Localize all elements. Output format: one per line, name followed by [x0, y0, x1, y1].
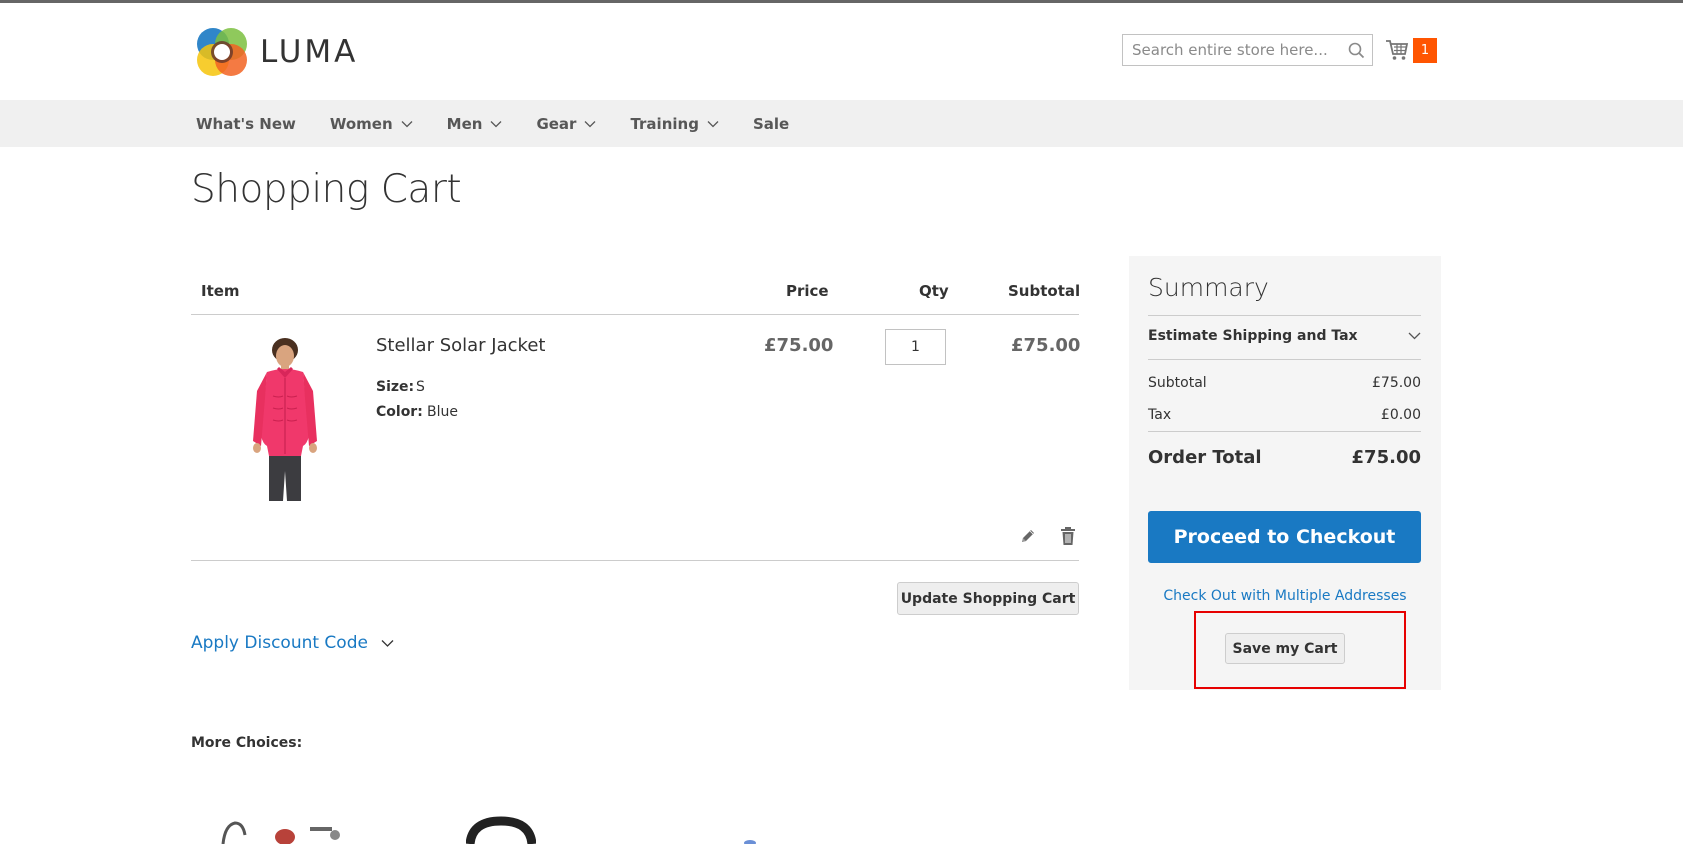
order-total-row: Order Total £75.00 [1148, 447, 1421, 468]
item-subtotal: £75.00 [1011, 335, 1081, 356]
summary-divider [1148, 315, 1421, 316]
nav-item-label: Sale [752, 114, 790, 133]
cart-summary: Summary Estimate Shipping and Tax Subtot… [1129, 256, 1441, 690]
crosssell-product-image[interactable] [466, 815, 536, 844]
cart-count-badge[interactable]: 1 [1413, 38, 1437, 63]
cart-icon[interactable] [1385, 39, 1409, 61]
store-logo[interactable]: LUMA [196, 26, 358, 78]
nav-item-label: Training [630, 114, 699, 133]
chevron-down-icon [381, 639, 394, 647]
trash-icon[interactable] [1060, 526, 1076, 546]
order-total-value: £75.00 [1351, 447, 1421, 468]
estimate-shipping-label: Estimate Shipping and Tax [1148, 328, 1358, 344]
logo-text: LUMA [260, 34, 359, 70]
search-input[interactable] [1123, 35, 1338, 65]
subtotal-value: £75.00 [1372, 375, 1421, 391]
column-header-price: Price [786, 282, 829, 300]
luma-logo-icon [197, 28, 247, 76]
tax-value: £0.00 [1380, 407, 1421, 423]
edit-icon[interactable] [1019, 527, 1037, 545]
main-navigation: What's New Women Men Gear Training Sale [0, 100, 1683, 147]
summary-title: Summary [1148, 273, 1269, 302]
subtotal-label: Subtotal [1148, 375, 1207, 391]
multiple-addresses-link[interactable]: Check Out with Multiple Addresses [1129, 588, 1441, 604]
nav-item-gear[interactable]: Gear [536, 115, 596, 133]
crosssell-product-image[interactable] [215, 815, 355, 844]
nav-item-men[interactable]: Men [447, 115, 503, 133]
search-box[interactable] [1122, 34, 1373, 66]
nav-item-label: Women [329, 114, 393, 133]
apply-discount-toggle[interactable]: Apply Discount Code [191, 633, 394, 653]
nav-item-sale[interactable]: Sale [753, 115, 789, 133]
subtotal-row: Subtotal £75.00 [1148, 375, 1421, 391]
option-color-label: Color: [376, 404, 423, 420]
chevron-down-icon [584, 120, 596, 127]
nav-item-whats-new[interactable]: What's New [196, 115, 296, 133]
tax-label: Tax [1148, 407, 1172, 423]
summary-divider [1148, 359, 1421, 360]
chevron-down-icon [490, 120, 502, 127]
product-name-link[interactable]: Stellar Solar Jacket [376, 335, 545, 356]
save-my-cart-button[interactable]: Save my Cart [1225, 633, 1345, 664]
nav-item-label: What's New [196, 114, 296, 133]
proceed-to-checkout-button[interactable]: Proceed to Checkout [1148, 511, 1421, 563]
estimate-shipping-toggle[interactable]: Estimate Shipping and Tax [1148, 328, 1421, 344]
crosssell-product-image[interactable] [740, 838, 760, 844]
option-size-label: Size: [376, 379, 415, 395]
nav-item-training[interactable]: Training [630, 114, 719, 133]
page-header: LUMA 1 [0, 3, 1683, 100]
header-divider [191, 314, 1079, 315]
chevron-down-icon [401, 120, 413, 127]
chevron-down-icon [1408, 332, 1421, 340]
column-header-item: Item [201, 282, 240, 300]
search-icon[interactable] [1348, 42, 1365, 59]
order-total-label: Order Total [1148, 447, 1262, 468]
summary-divider [1148, 431, 1421, 432]
nav-item-women[interactable]: Women [330, 115, 413, 133]
chevron-down-icon [707, 120, 719, 127]
nav-item-label: Gear [536, 114, 577, 133]
tax-row: Tax £0.00 [1148, 407, 1421, 423]
row-divider [191, 560, 1079, 561]
page-title: Shopping Cart [191, 167, 462, 212]
column-header-subtotal: Subtotal [1008, 282, 1081, 300]
nav-item-label: Men [446, 114, 483, 133]
column-header-qty: Qty [919, 282, 949, 300]
option-size-value: S [416, 379, 425, 395]
product-image[interactable] [229, 336, 339, 501]
option-color-value: Blue [427, 404, 458, 420]
discount-label: Apply Discount Code [191, 633, 368, 653]
update-cart-button[interactable]: Update Shopping Cart [897, 582, 1079, 615]
item-price: £75.00 [764, 335, 834, 356]
more-choices-heading: More Choices: [191, 735, 303, 751]
qty-input[interactable] [885, 329, 946, 365]
